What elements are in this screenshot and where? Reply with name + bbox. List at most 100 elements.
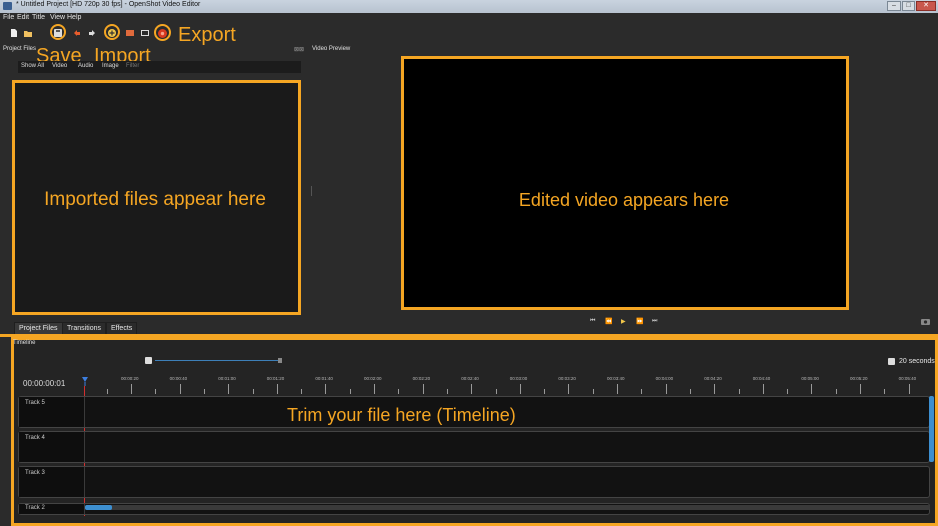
timeline-major-tick bbox=[228, 384, 230, 394]
track-label: Track 2 bbox=[25, 505, 45, 511]
menu-edit[interactable]: Edit bbox=[17, 14, 29, 21]
timeline-tick-label: 00:02:40 bbox=[461, 376, 479, 381]
track-label: Track 5 bbox=[25, 400, 45, 406]
timeline-tick-label: 00:02:00 bbox=[364, 376, 382, 381]
timeline-horizontal-scrollbar-track[interactable] bbox=[85, 505, 930, 510]
timeline-tick-label: 00:00:40 bbox=[169, 376, 188, 381]
pane-dock-controls[interactable]: ⊠⊠ bbox=[294, 46, 304, 53]
video-area-annotation: Edited video appears here bbox=[518, 190, 730, 210]
playback-controls: ⏮ ⏪ ▶ ⏩ ⏭ bbox=[590, 318, 670, 328]
pane-splitter[interactable] bbox=[311, 186, 312, 196]
timeline-minor-tick bbox=[301, 389, 303, 394]
timeline-title: Timeline bbox=[13, 340, 36, 346]
profile-icon[interactable] bbox=[126, 29, 134, 37]
video-preview-screen: Edited video appears here bbox=[401, 56, 849, 310]
timeline-minor-tick bbox=[252, 389, 254, 394]
close-button[interactable]: ✕ bbox=[916, 1, 936, 11]
timeline-minor-tick bbox=[446, 389, 448, 394]
filter-image[interactable]: Image bbox=[102, 63, 119, 69]
track-row[interactable]: Track 4 bbox=[18, 431, 930, 463]
track-label: Track 3 bbox=[25, 470, 45, 476]
timeline-major-tick bbox=[374, 384, 375, 394]
rewind-button[interactable]: ⏪ bbox=[605, 318, 612, 325]
timeline-major-tick bbox=[860, 384, 861, 394]
timeline-vertical-scrollbar[interactable] bbox=[929, 396, 934, 462]
menu-help[interactable]: Help bbox=[67, 14, 81, 21]
timeline-major-tick bbox=[519, 384, 521, 394]
app-icon bbox=[3, 2, 12, 10]
timeline-major-tick bbox=[811, 384, 813, 394]
minimize-button[interactable]: – bbox=[887, 1, 901, 11]
timeline-tick-label: 00:05:00 bbox=[801, 376, 819, 381]
menu-view[interactable]: View bbox=[50, 14, 65, 21]
filter-video[interactable]: Video bbox=[52, 63, 67, 69]
video-preview-pane-title: Video Preview bbox=[312, 46, 351, 52]
timeline-tick-label: 00:03:40 bbox=[607, 376, 625, 381]
timeline-major-tick bbox=[422, 384, 424, 394]
files-area-annotation: Imported files appear here bbox=[44, 189, 266, 210]
timeline-major-tick bbox=[131, 384, 132, 394]
export-video-icon[interactable] bbox=[158, 29, 167, 38]
track-label: Track 4 bbox=[25, 435, 45, 441]
redo-icon[interactable] bbox=[88, 29, 96, 37]
timeline-minor-tick bbox=[884, 389, 886, 394]
export-annotation: Export bbox=[178, 24, 236, 46]
maximize-button[interactable]: □ bbox=[902, 1, 915, 11]
fullscreen-icon[interactable] bbox=[141, 29, 149, 37]
menu-bar: File Edit Title View Help bbox=[0, 13, 938, 23]
timeline-tick-label: 00:03:00 bbox=[509, 376, 528, 381]
zoom-slider-handle[interactable] bbox=[278, 358, 282, 363]
zoom-slider-track[interactable] bbox=[155, 360, 280, 361]
timeline-minor-tick bbox=[398, 389, 400, 394]
window-title: * Untitled Project [HD 720p 30 fps] - Op… bbox=[16, 1, 201, 8]
playhead-marker-icon[interactable] bbox=[81, 377, 89, 386]
timeline-minor-tick bbox=[155, 389, 157, 394]
timeline-major-tick bbox=[617, 384, 618, 394]
play-button[interactable]: ▶ bbox=[621, 318, 626, 325]
camera-icon[interactable] bbox=[921, 318, 930, 325]
project-files-filter-bar: Show All Video Audio Image Filter bbox=[18, 61, 301, 73]
jump-end-button[interactable]: ⏭ bbox=[652, 318, 657, 325]
open-project-icon[interactable] bbox=[24, 29, 32, 37]
timeline-tick-label: 00:04:40 bbox=[752, 376, 771, 381]
filter-input[interactable]: Filter bbox=[126, 63, 139, 69]
timeline-minor-tick bbox=[349, 389, 351, 394]
undo-icon[interactable] bbox=[73, 29, 81, 37]
timeline-minor-tick bbox=[835, 389, 837, 394]
timeline-major-tick bbox=[179, 384, 181, 394]
timeline-tick-label: 00:02:20 bbox=[412, 376, 431, 381]
project-files-pane-title: Project Files bbox=[3, 46, 37, 52]
fast-forward-button[interactable]: ⏩ bbox=[636, 318, 643, 325]
timeline-major-tick bbox=[276, 384, 278, 394]
zoom-level-label: 20 seconds bbox=[899, 358, 935, 365]
timeline-horizontal-scrollbar-thumb[interactable] bbox=[85, 505, 112, 510]
timeline-tick-label: 00:04:00 bbox=[655, 376, 674, 381]
timeline-minor-tick bbox=[738, 389, 740, 394]
toolbar bbox=[0, 23, 938, 45]
timeline-minor-tick bbox=[641, 389, 643, 394]
filter-show-all[interactable]: Show All bbox=[21, 63, 44, 69]
zoom-in-icon[interactable] bbox=[888, 358, 895, 365]
jump-start-button[interactable]: ⏮ bbox=[590, 318, 595, 325]
current-time-display: 00:00:00:01 bbox=[23, 379, 66, 388]
timeline-tick-label: 00:03:20 bbox=[558, 376, 576, 381]
timeline-tick-label: 00:00:20 bbox=[121, 376, 139, 381]
project-files-list[interactable]: Imported files appear here bbox=[12, 80, 301, 315]
menu-title[interactable]: Title bbox=[32, 14, 45, 21]
timeline-major-tick bbox=[762, 384, 764, 394]
timeline-tick-label: 00:05:20 bbox=[850, 376, 868, 381]
timeline-major-tick bbox=[908, 384, 910, 394]
window-title-bar: * Untitled Project [HD 720p 30 fps] - Op… bbox=[0, 0, 938, 13]
save-icon[interactable] bbox=[54, 29, 62, 37]
filter-audio[interactable]: Audio bbox=[78, 63, 93, 69]
timeline-minor-tick bbox=[689, 389, 691, 394]
new-project-icon[interactable] bbox=[10, 29, 18, 37]
import-files-icon[interactable] bbox=[108, 29, 116, 37]
timeline-major-tick bbox=[325, 384, 327, 394]
menu-file[interactable]: File bbox=[3, 14, 14, 21]
track-row[interactable]: Track 3 bbox=[18, 466, 930, 498]
timeline-minor-tick bbox=[495, 389, 497, 394]
zoom-out-icon[interactable] bbox=[145, 357, 152, 364]
timeline-tick-label: 00:04:20 bbox=[704, 376, 722, 381]
timeline-tick-label: 00:05:40 bbox=[898, 376, 917, 381]
